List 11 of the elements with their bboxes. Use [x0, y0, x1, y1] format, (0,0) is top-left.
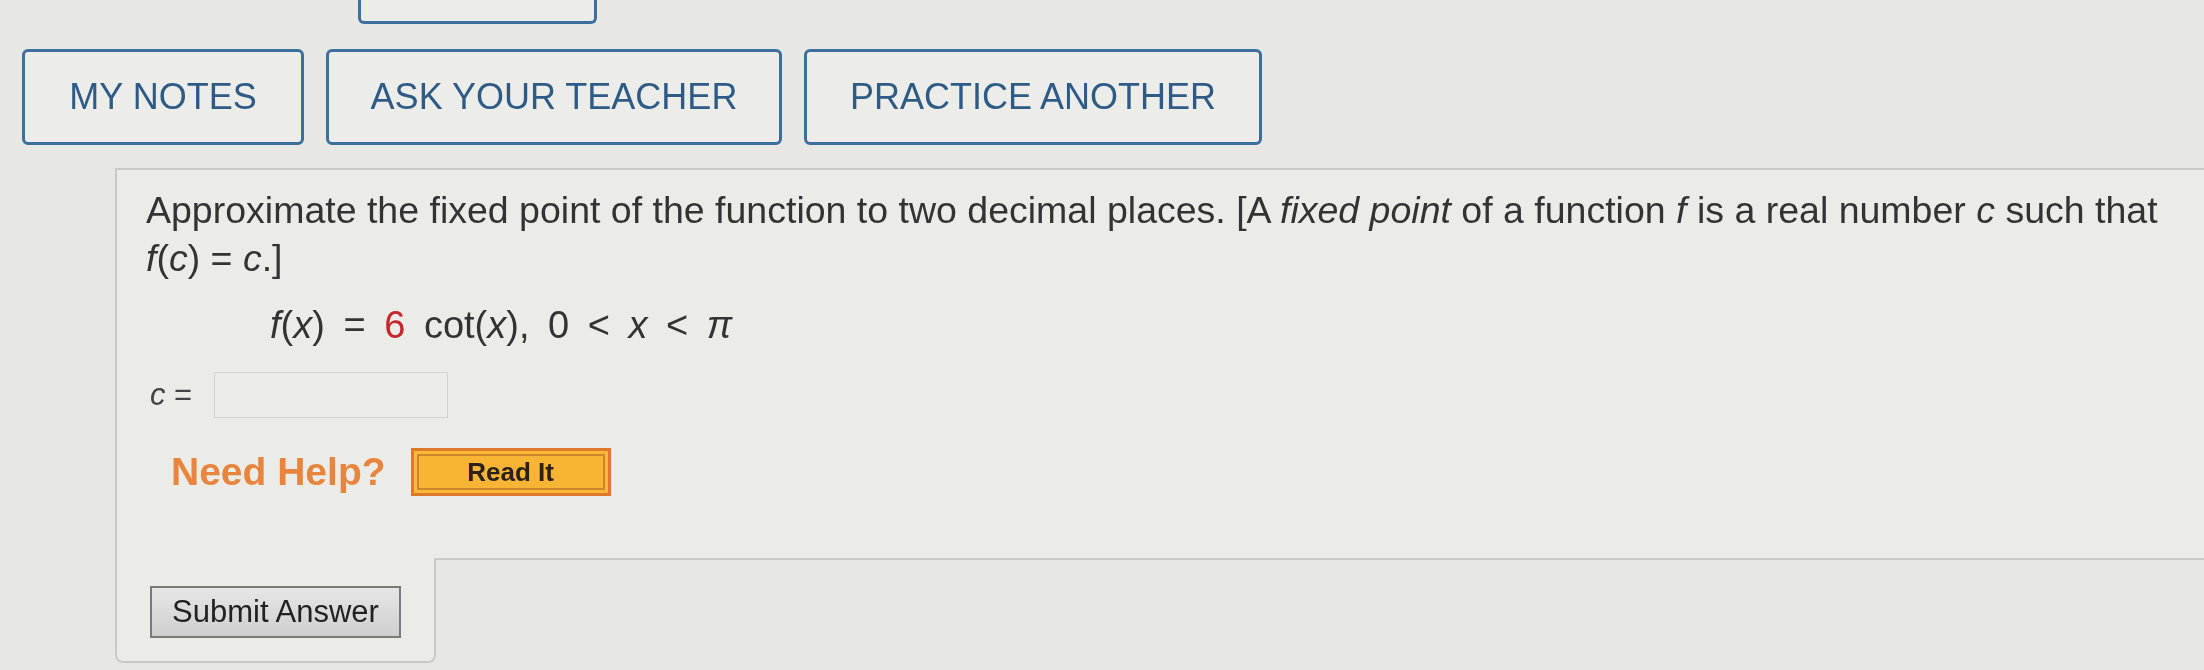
submit-answer-button[interactable]: Submit Answer [150, 586, 401, 638]
action-button[interactable]: ASK YOUR TEACHER [326, 49, 782, 145]
read-it-button[interactable]: Read It [410, 448, 611, 496]
partial-button[interactable] [358, 0, 597, 24]
need-help-label: Need Help? [171, 450, 386, 494]
action-button[interactable]: PRACTICE ANOTHER [804, 49, 1262, 145]
answer-label: c = [150, 377, 193, 413]
answer-input[interactable] [214, 372, 449, 418]
action-button[interactable]: MY NOTES [22, 49, 304, 145]
question-text: Approximate the fixed point of the function to two decimal places. [A fixed point of a function f is a real number c such that f(c) = c.] [146, 188, 2159, 281]
function-formula: f(x) = 6 cot(x), 0 < x < π [270, 303, 734, 348]
